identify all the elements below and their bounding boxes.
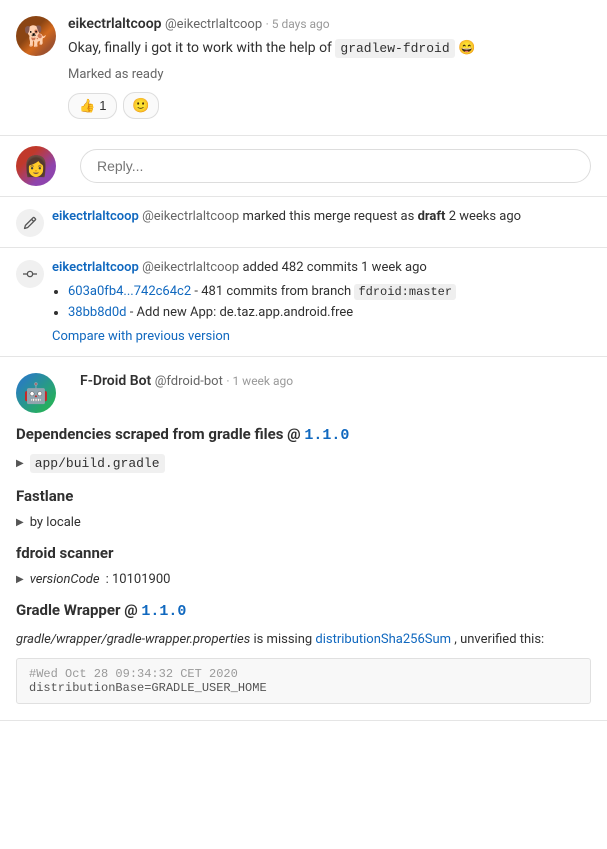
comment-header-1: eikectrlaltcoop @eikectrlaltcoop · 5 day… [68,16,591,32]
missing-text-para: gradle/wrapper/gradle-wrapper.properties… [16,630,591,650]
fdroid-scanner-heading: fdroid scanner [16,544,591,562]
arrow-icon-1: ▶ [16,458,24,469]
commit-icon-container [16,260,44,288]
activity-commits-handle: @eikectrlaltcoop added 482 commits 1 wee… [142,260,427,275]
app-build-gradle-collapsible[interactable]: ▶ app/build.gradle [16,454,591,473]
thumbs-up-reaction-button[interactable]: 👍 1 [68,93,117,119]
comment-block-1: 🐕 eikectrlaltcoop @eikectrlaltcoop · 5 d… [0,0,607,136]
commenter-handle: @eikectrlaltcoop [165,17,262,32]
reaction-buttons: 👍 1 🙂 [68,92,591,119]
version-code-label: versionCode [30,572,100,587]
commit-list: 603a0fb4...742c64c2 - 481 commits from b… [68,282,456,323]
fastlane-collapsible[interactable]: ▶ by locale [16,515,591,530]
code-comment-line: #Wed Oct 28 09:34:32 CET 2020 [29,667,578,681]
activity-commits-text: eikectrlaltcoop @eikectrlaltcoop added 4… [52,258,456,346]
branch-code: fdroid:master [354,284,456,300]
arrow-icon-3: ▶ [16,574,24,585]
gradle-code-block: #Wed Oct 28 09:34:32 CET 2020 distributi… [16,658,591,704]
bot-handle: @fdroid-bot [155,374,223,389]
commit-item-1: 603a0fb4...742c64c2 - 481 commits from b… [68,282,456,302]
add-reaction-button[interactable]: 🙂 [123,92,158,119]
activity-draft-text: eikectrlaltcoop @eikectrlaltcoop marked … [52,207,521,227]
by-locale-label: by locale [30,515,81,530]
fdroid-scanner-collapsible[interactable]: ▶ versionCode : 10101900 [16,572,591,587]
bot-comment-header: 🤖 F-Droid Bot @fdroid-bot · 1 week ago [16,373,591,413]
avatar-eikectrlaltcoop: 🐕 [16,16,56,56]
activity-commits-username-link[interactable]: eikectrlaltcoop [52,260,139,275]
comment-timestamp: · 5 days ago [266,17,330,31]
reply-input[interactable] [80,149,591,183]
arrow-icon-2: ▶ [16,517,24,528]
activity-username-link[interactable]: eikectrlaltcoop [52,209,139,224]
gradle-wrapper-heading: Gradle Wrapper @ 1.1.0 [16,601,591,620]
activity-draft: eikectrlaltcoop @eikectrlaltcoop marked … [0,197,607,248]
edit-icon-container [16,209,44,237]
activity-commits: eikectrlaltcoop @eikectrlaltcoop added 4… [0,248,607,357]
bot-username: F-Droid Bot [80,373,151,389]
code-distribution-line: distributionBase=GRADLE_USER_HOME [29,681,578,695]
gradle-version-link[interactable]: 1.1.0 [141,603,186,620]
avatar-bot: 🤖 [16,373,56,413]
comment-body-text: Okay, finally i got it to work with the … [68,38,591,59]
commit-hash-link-2[interactable]: 38bb8d0d [68,305,127,320]
commit-icon [23,267,37,281]
fastlane-heading: Fastlane [16,487,591,505]
reply-block: 👩 [0,136,607,197]
commit-item-2: 38bb8d0d - Add new App: de.taz.app.andro… [68,303,456,323]
bot-comment-block: 🤖 F-Droid Bot @fdroid-bot · 1 week ago D… [0,357,607,721]
marked-ready-text: Marked as ready [68,67,591,82]
commit-hash-link-1[interactable]: 603a0fb4...742c64c2 [68,284,191,299]
bot-comment-meta: F-Droid Bot @fdroid-bot · 1 week ago [80,373,591,389]
app-build-gradle-label: app/build.gradle [30,454,165,473]
activity-time: 2 weeks ago [449,209,521,224]
version-link-main[interactable]: 1.1.0 [304,427,349,444]
distribution-sha-link[interactable]: distributionSha256Sum [315,632,451,647]
avatar-current-user: 👩 [16,146,56,186]
activity-handle-span: @eikectrlaltcoop marked this merge reque… [142,209,417,224]
commenter-username: eikectrlaltcoop [68,16,162,32]
gradle-props-italic: gradle/wrapper/gradle-wrapper.properties [16,632,250,647]
bot-comment-body: Dependencies scraped from gradle files @… [16,425,591,704]
bot-main-title: Dependencies scraped from gradle files @… [16,425,591,444]
bot-timestamp: · 1 week ago [226,374,293,388]
comment-content-1: eikectrlaltcoop @eikectrlaltcoop · 5 day… [68,16,591,119]
inline-code-gradlew: gradlew-fdroid [335,39,454,58]
version-code-value: : 10101900 [106,572,171,587]
compare-previous-link[interactable]: Compare with previous version [52,329,230,344]
draft-label: draft [418,209,446,224]
edit-icon [23,216,37,230]
